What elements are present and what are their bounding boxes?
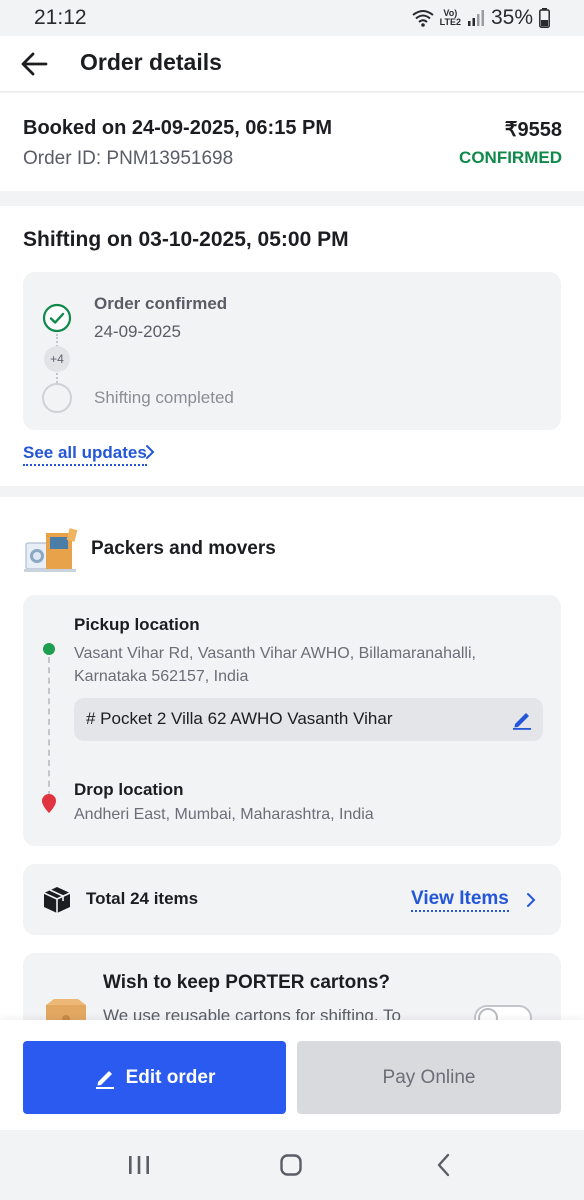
hidden-updates-count: +4	[44, 346, 70, 372]
edit-pencil-icon[interactable]	[511, 708, 533, 730]
arrow-left-icon	[21, 52, 48, 76]
bottom-action-bar: Edit order Pay Online	[0, 1020, 584, 1130]
pickup-detail-text: # Pocket 2 Villa 62 AWHO Vasanth Vihar	[86, 709, 393, 728]
route-box: Pickup location Vasant Vihar Rd, Vasanth…	[23, 595, 561, 846]
timeline-step-label: Order confirmed	[94, 294, 228, 313]
check-circle-icon	[42, 303, 72, 333]
view-items-link[interactable]: View Items	[411, 888, 509, 912]
edit-order-label: Edit order	[125, 1066, 216, 1088]
pay-online-label: Pay Online	[382, 1066, 476, 1088]
pickup-detail-field[interactable]: # Pocket 2 Villa 62 AWHO Vasanth Vihar	[74, 698, 543, 741]
drop-label: Drop location	[74, 780, 184, 799]
page-title: Order details	[80, 49, 222, 75]
signal-icon	[467, 10, 484, 26]
back-button[interactable]	[18, 48, 52, 80]
drop-address: Andheri East, Mumbai, Maharashtra, India	[74, 806, 374, 823]
order-id-text: Order ID: PNM13951698	[23, 148, 234, 169]
home-icon[interactable]	[279, 1153, 303, 1177]
box-icon	[43, 887, 71, 913]
booking-summary-card: Booked on 24-09-2025, 06:15 PM Order ID:…	[0, 93, 584, 191]
status-badge: CONFIRMED	[459, 148, 562, 167]
timeline-final-step-label: Shifting completed	[94, 388, 234, 407]
see-all-updates-link[interactable]: See all updates	[23, 443, 147, 466]
cartons-title: Wish to keep PORTER cartons?	[103, 972, 390, 993]
recent-apps-icon[interactable]	[127, 1154, 151, 1176]
wifi-icon	[412, 10, 434, 27]
shifting-title: Shifting on 03-10-2025, 05:00 PM	[23, 228, 349, 251]
pickup-label: Pickup location	[74, 615, 200, 634]
pay-online-button[interactable]: Pay Online	[297, 1041, 561, 1114]
drop-pin-icon	[42, 794, 56, 813]
items-total: Total 24 items	[86, 889, 199, 908]
route-line	[48, 657, 50, 797]
edit-pencil-icon	[95, 1070, 114, 1089]
booked-on-text: Booked on 24-09-2025, 06:15 PM	[23, 117, 333, 139]
back-nav-icon[interactable]	[436, 1152, 452, 1178]
shifting-card: Shifting on 03-10-2025, 05:00 PM +4 Orde…	[0, 206, 584, 486]
battery-icon	[539, 8, 550, 28]
volte-indicator: Vo) LTE2	[439, 8, 461, 27]
chevron-right-icon[interactable]	[143, 443, 157, 461]
system-nav-bar	[0, 1130, 584, 1200]
pickup-address: Vasant Vihar Rd, Vasanth Vihar AWHO, Bil…	[74, 645, 476, 685]
pickup-dot-icon	[43, 643, 55, 655]
empty-circle-icon	[42, 383, 72, 413]
app-bar: Order details	[0, 36, 584, 92]
status-bar: 21:12 Vo) LTE2 35%	[0, 0, 584, 36]
status-icons: Vo) LTE2 35%	[412, 6, 550, 30]
timeline-step-date: 24-09-2025	[94, 322, 181, 341]
service-title: Packers and movers	[91, 538, 276, 559]
status-time: 21:12	[34, 6, 87, 29]
items-row[interactable]: Total 24 items View Items	[23, 864, 561, 935]
order-timeline[interactable]: +4 Order confirmed 24-09-2025 Shifting c…	[23, 272, 561, 430]
battery-percent: 35%	[490, 6, 533, 29]
order-amount: ₹9558	[504, 119, 562, 141]
edit-order-button[interactable]: Edit order	[23, 1041, 286, 1114]
packers-movers-icon	[24, 528, 78, 572]
chevron-right-icon[interactable]	[525, 891, 537, 909]
